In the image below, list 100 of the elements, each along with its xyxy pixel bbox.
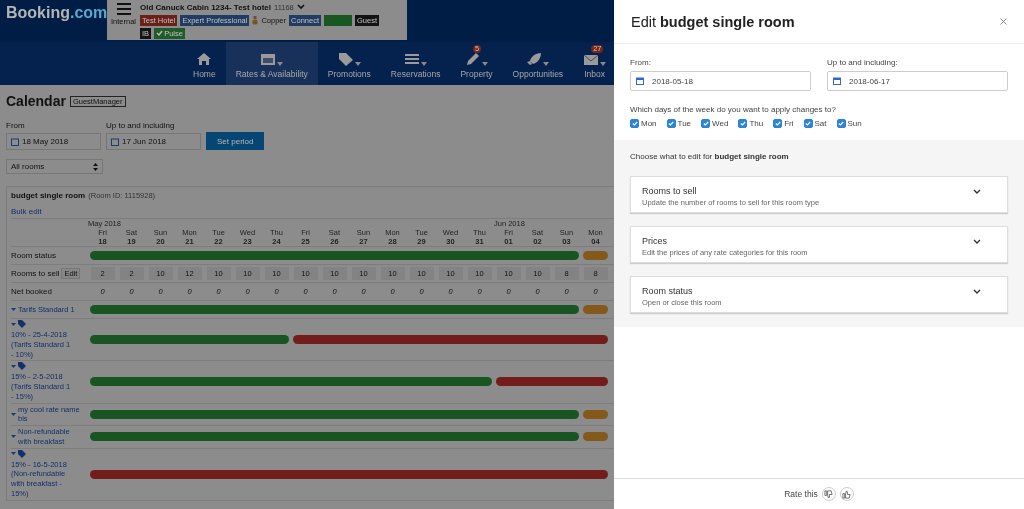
availability-bar[interactable] (552, 432, 579, 442)
availability-bar[interactable] (90, 432, 117, 442)
weekday-checkbox[interactable]: Tue (666, 119, 692, 128)
thumbs-down-icon (824, 489, 834, 499)
availability-bar[interactable] (465, 377, 492, 387)
weekday-checkbox[interactable]: Fri (773, 119, 794, 128)
date-field[interactable]: 2018-06-17 (827, 71, 1008, 91)
field-label: From (6, 121, 26, 130)
logo-text[interactable]: Booking (6, 4, 70, 22)
field-label: Up to and including: (827, 58, 899, 67)
chevron-icon[interactable] (296, 4, 305, 10)
row-label: Net booked (11, 287, 52, 296)
field-label: Up to and including (106, 121, 176, 130)
check-icon (631, 121, 638, 126)
nav-tab[interactable]: Home (183, 42, 226, 85)
tag-icon (18, 320, 26, 328)
availability-bar[interactable] (496, 377, 523, 387)
calendar-icon (833, 77, 841, 85)
weekday-checkbox[interactable]: Sun (836, 119, 862, 128)
home-icon (196, 52, 213, 66)
availability-bar[interactable] (583, 432, 608, 442)
weekday-checkbox[interactable]: Wed (701, 119, 729, 128)
room-select[interactable]: All rooms (6, 159, 103, 174)
check-icon (739, 121, 746, 126)
set-period-button[interactable]: Set period (206, 132, 265, 150)
tag-icon (18, 449, 26, 458)
collapse-icon[interactable] (11, 452, 16, 455)
tag-icon (18, 362, 26, 371)
weekday-checkbox[interactable]: Mon (630, 119, 657, 128)
row-label: Rooms to sell (11, 269, 60, 278)
check-icon (702, 121, 709, 126)
nav-tab[interactable]: Opportunities (502, 42, 574, 85)
chevron-icon (973, 289, 981, 294)
menu-icon[interactable] (116, 3, 131, 15)
option-title: Room status (642, 286, 694, 296)
collapse-icon[interactable] (11, 322, 16, 326)
availability-bar[interactable] (581, 377, 608, 387)
drawer-title: Edit budget single room (631, 13, 795, 30)
availability-bar[interactable] (581, 335, 608, 345)
row-label: Room status (11, 251, 56, 260)
availability-bar[interactable] (583, 409, 608, 419)
option-title: Prices (642, 236, 668, 246)
availability-bar[interactable] (90, 335, 117, 345)
medal-icon (252, 15, 259, 25)
section-heading: Choose what to edit for budget single room (630, 152, 790, 161)
calendar-icon (111, 137, 119, 146)
calendar-icon (11, 137, 19, 146)
rocket-icon (526, 52, 543, 66)
tag-icon (337, 52, 354, 66)
availability-bar[interactable] (90, 409, 117, 419)
availability-bar[interactable] (552, 409, 579, 419)
pen-icon (465, 52, 481, 66)
close-icon[interactable] (1000, 18, 1007, 25)
availability-bar[interactable] (581, 469, 608, 479)
check-icon (156, 30, 164, 36)
chevron-icon (973, 189, 981, 194)
collapse-icon[interactable] (11, 412, 16, 416)
calendar-icon (636, 77, 644, 85)
weekday-checkbox[interactable]: Thu (738, 119, 764, 128)
logo-suffix[interactable]: .com (70, 4, 108, 22)
rate-label: Rate this (784, 489, 818, 499)
availability-bar[interactable] (90, 469, 117, 479)
availability-bar[interactable] (90, 251, 117, 260)
collapse-icon[interactable] (11, 364, 16, 368)
nav-tab[interactable]: Promotions (317, 42, 381, 85)
date-field[interactable]: 17 Jun 2018 (106, 133, 201, 150)
collapse-icon[interactable] (11, 308, 16, 311)
mail-icon (583, 52, 600, 66)
availability-bar[interactable] (293, 335, 320, 345)
availability-bar[interactable] (552, 251, 579, 260)
check-icon (838, 121, 844, 126)
thumbs-up-icon (842, 489, 852, 499)
option-title: Rooms to sell (642, 186, 698, 196)
weekday-checkbox[interactable]: Sat (803, 119, 827, 128)
check-icon (805, 121, 811, 126)
calendar-icon (260, 52, 277, 66)
check-icon (668, 121, 675, 126)
date-field[interactable]: 18 May 2018 (6, 133, 101, 150)
list-icon (404, 52, 421, 66)
nav-tab[interactable]: Reservations (380, 42, 451, 85)
page-title: Calendar (6, 93, 66, 109)
thumbs-up-button[interactable] (839, 487, 854, 501)
room-name: budget single room (11, 191, 86, 200)
thumbs-down-button[interactable] (821, 487, 836, 501)
availability-bar[interactable] (90, 305, 117, 314)
days-question: Which days of the week do you want to apply changes to? (630, 105, 837, 114)
availability-bar[interactable] (583, 305, 608, 314)
check-icon (774, 121, 781, 126)
date-field[interactable]: 2018-05-18 (630, 71, 811, 91)
availability-bar[interactable] (262, 335, 289, 345)
nav-tab[interactable]: Rates & Availability (225, 42, 318, 85)
collapse-icon[interactable] (11, 435, 16, 439)
availability-bar[interactable] (583, 251, 608, 260)
bulk-edit-link[interactable]: Bulk edit (11, 207, 42, 216)
field-label: From: (630, 58, 652, 67)
chevron-icon (973, 239, 981, 244)
sort-arrows-icon (93, 162, 98, 171)
availability-bar[interactable] (90, 377, 117, 387)
hotel-name[interactable]: Old Canuck Cabin 1234- Test hotel (140, 2, 272, 12)
availability-bar[interactable] (552, 305, 579, 314)
